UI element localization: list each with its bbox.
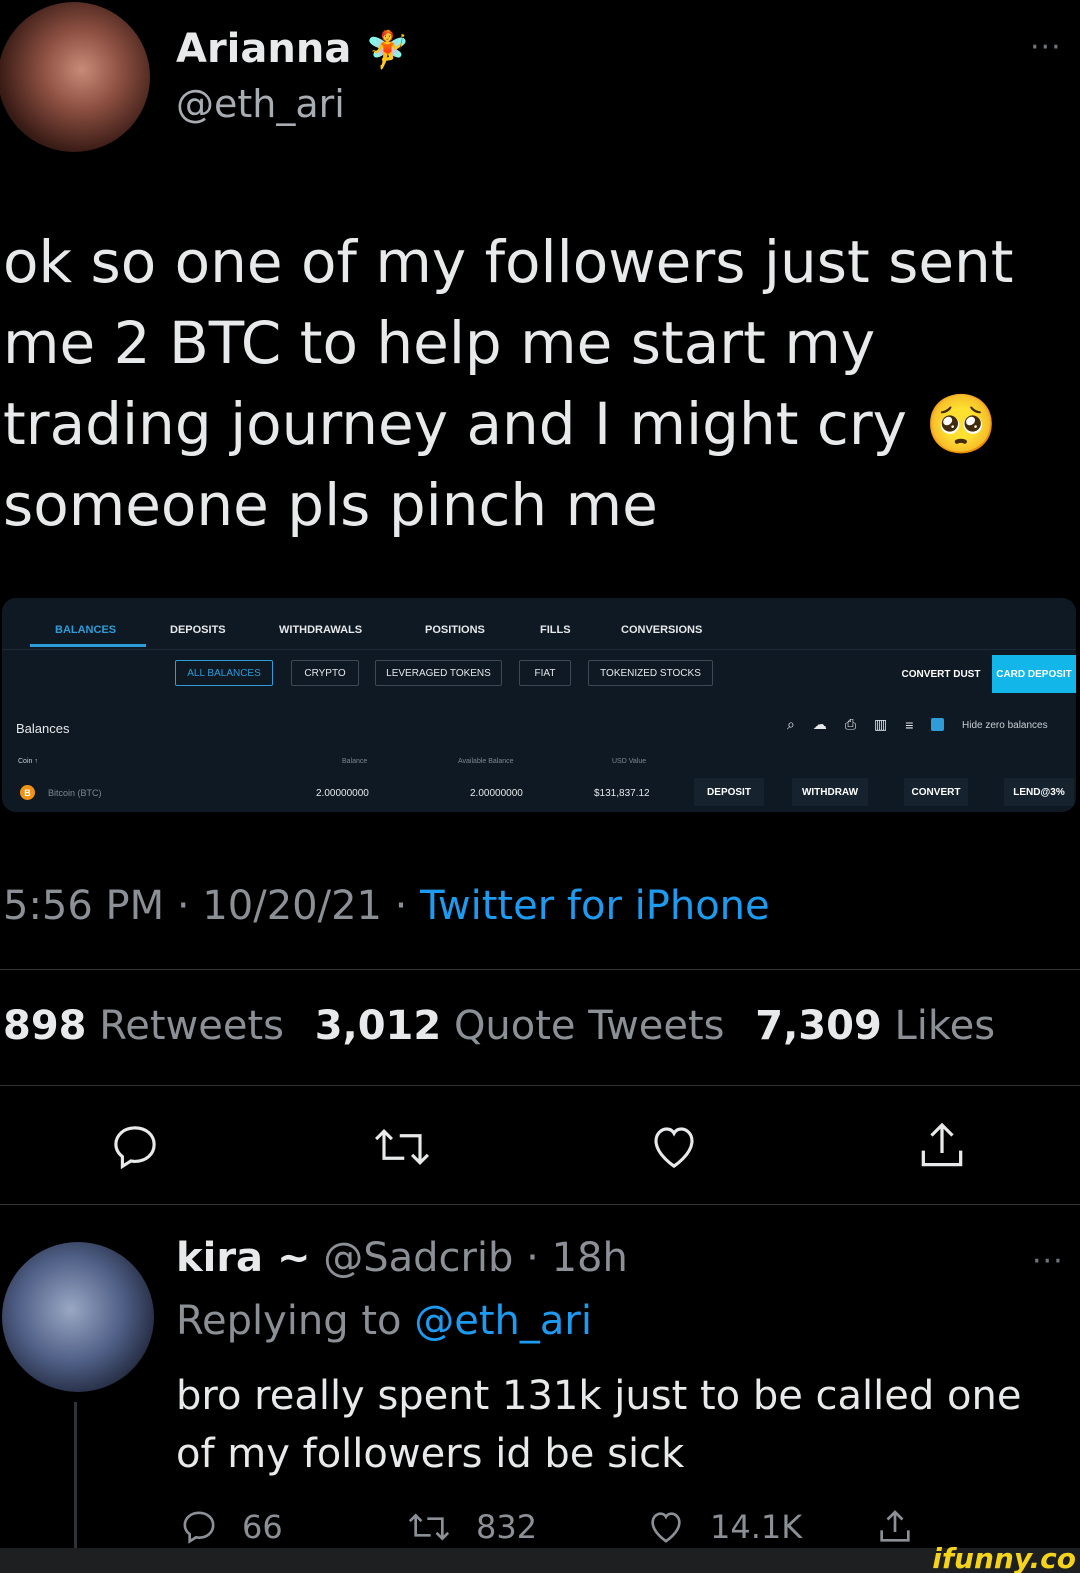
author-avatar[interactable] (0, 2, 150, 152)
hide-zero-balances-label: Hide zero balances (962, 720, 1048, 731)
watermark-bar (0, 1548, 1080, 1573)
filter-crypto: CRYPTO (291, 660, 359, 686)
share-icon[interactable] (914, 1118, 970, 1174)
thread-line (74, 1402, 77, 1552)
reply-author-name[interactable]: kira ~ (176, 1235, 310, 1281)
reply-handle-time[interactable]: @Sadcrib · 18h (323, 1235, 628, 1281)
card-deposit-button: CARD DEPOSIT (992, 655, 1076, 693)
share-icon (880, 1510, 910, 1542)
filter-leveraged-tokens: LEVERAGED TOKENS (375, 660, 502, 686)
print-icon: ⎙ (844, 716, 857, 732)
tab-fills: FILLS (540, 624, 571, 636)
tab-deposits: DEPOSITS (170, 624, 226, 636)
reply-author-line: kira ~ @Sadcrib · 18h (176, 1235, 628, 1281)
checkbox-checked-icon (931, 718, 945, 731)
reply-share[interactable] (874, 1507, 916, 1547)
withdraw-button: WITHDRAW (792, 778, 868, 806)
reply-replies[interactable]: 66 (178, 1507, 283, 1547)
columns-icon: ▥ (874, 716, 888, 732)
tweet-timestamp: 5:56 PM · 10/20/21 · Twitter for iPhone (3, 883, 770, 929)
balances-heading: Balances (16, 721, 70, 736)
retweet-icon (408, 1513, 450, 1541)
replying-to-link[interactable]: @eth_ari (414, 1298, 592, 1344)
column-coin: Coin ↑ (18, 758, 38, 765)
exchange-tab-bar: BALANCES DEPOSITS WITHDRAWALS POSITIONS … (2, 598, 1076, 650)
tweet-text: ok so one of my followers just sent me 2… (3, 228, 1014, 539)
reply-likes[interactable]: 14.1K (644, 1507, 802, 1547)
retweets-stat[interactable]: 898 Retweets (3, 1003, 284, 1049)
convert-dust-button: CONVERT DUST (894, 655, 988, 693)
filter-fiat: FIAT (519, 660, 571, 686)
reply-more-options-icon[interactable]: ··· (1032, 1244, 1064, 1279)
tab-withdrawals: WITHDRAWALS (279, 624, 363, 636)
filter-icon: ≡ (905, 716, 914, 733)
convert-button: CONVERT (904, 778, 968, 806)
author-handle[interactable]: @eth_ari (176, 82, 345, 126)
available-balance-value: 2.00000000 (470, 788, 523, 799)
like-heart-icon (651, 1512, 681, 1543)
column-usd-value: USD Value (612, 758, 647, 765)
tab-positions: POSITIONS (425, 624, 485, 636)
coin-name: Bitcoin (BTC) (48, 788, 102, 798)
like-heart-icon[interactable] (646, 1120, 702, 1174)
balance-value: 2.00000000 (316, 788, 369, 799)
ifunny-watermark-logo: ifunny.co (932, 1542, 1076, 1573)
reply-text: bro really spent 131k just to be called … (176, 1373, 1022, 1477)
retweet-icon[interactable] (370, 1120, 434, 1174)
reply-icon (183, 1511, 215, 1544)
search-icon: ⌕ (787, 716, 795, 732)
filter-tokenized-stocks: TOKENIZED STOCKS (588, 660, 713, 686)
column-available-balance: Available Balance (458, 758, 514, 765)
tab-conversions: CONVERSIONS (621, 624, 703, 636)
reply-retweets[interactable]: 832 (404, 1507, 537, 1547)
tab-balances: BALANCES (55, 624, 117, 636)
divider (0, 1085, 1080, 1086)
more-options-icon[interactable]: ··· (1030, 30, 1062, 65)
replying-to: Replying to @eth_ari (176, 1298, 592, 1344)
bitcoin-icon: B (20, 785, 35, 800)
cloud-upload-icon: ☁ (812, 716, 827, 732)
balances-toolbar: ⌕ ☁ ⎙ ▥ ≡ (787, 716, 945, 733)
active-tab-underline (30, 644, 146, 647)
usd-value: $131,837.12 (594, 788, 650, 799)
tweet-source-link[interactable]: Twitter for iPhone (420, 883, 770, 929)
reply-icon[interactable] (108, 1120, 162, 1174)
quote-tweets-stat[interactable]: 3,012 Quote Tweets (315, 1003, 725, 1049)
divider (0, 1204, 1080, 1205)
reply-author-avatar[interactable] (2, 1242, 154, 1392)
lend-button: LEND@3% (1004, 778, 1074, 806)
likes-stat[interactable]: 7,309 Likes (755, 1003, 995, 1049)
filter-all-balances: ALL BALANCES (175, 660, 273, 686)
tweet-stats: 898 Retweets 3,012 Quote Tweets 7,309 Li… (3, 1003, 995, 1049)
column-balance: Balance (342, 758, 368, 765)
author-name[interactable]: Arianna 🧚 (176, 26, 410, 72)
deposit-button: DEPOSIT (694, 778, 764, 806)
attached-image-exchange-balances[interactable]: BALANCES DEPOSITS WITHDRAWALS POSITIONS … (2, 598, 1076, 812)
divider (0, 969, 1080, 970)
fairy-emoji-icon: 🧚 (365, 30, 411, 71)
